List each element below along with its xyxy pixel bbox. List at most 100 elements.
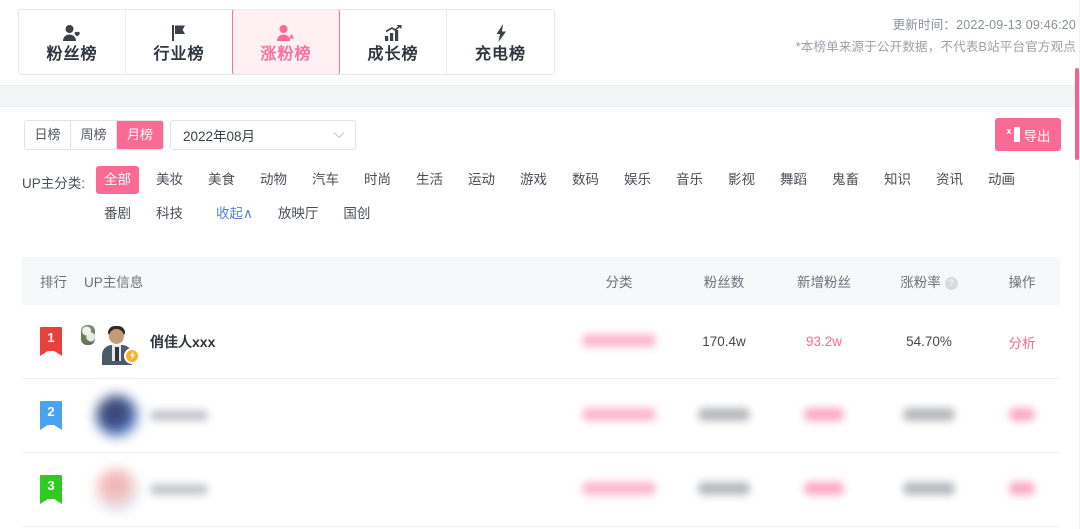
category-cell [564,333,674,350]
category-item-guochuang[interactable]: 国创 [335,200,378,228]
analyze-link[interactable]: 分析 [984,332,1060,352]
export-button[interactable]: 导出 [995,118,1061,151]
category-item-life[interactable]: 生活 [408,166,451,194]
category-cell [564,407,674,424]
category-item-fashion[interactable]: 时尚 [356,166,399,194]
column-header-fans: 粉丝数 [703,275,745,290]
category-item-film[interactable]: 影视 [720,166,763,194]
bar-chart-arrow-icon [383,20,403,42]
lightning-bolt-icon [491,20,511,42]
fans-count-cell [674,481,774,498]
category-item-entertainment[interactable]: 娱乐 [616,166,659,194]
flag-icon [169,20,189,42]
category-item-all[interactable]: 全部 [96,166,139,194]
category-item-food[interactable]: 美食 [200,166,243,194]
blurred-value [1009,407,1035,421]
category-item-cinema[interactable]: 放映厅 [270,200,327,228]
category-item-games[interactable]: 游戏 [512,166,555,194]
category-item-anime[interactable]: 番剧 [96,200,139,228]
scrollbar-thumb[interactable] [1075,68,1079,160]
up-name[interactable] [150,410,208,421]
column-header-growth-rate: 涨粉率? [874,271,984,291]
up-info-cell[interactable] [84,468,564,511]
tab-fans-growth-ranking[interactable]: 涨粉榜 [232,10,340,74]
column-header-growth-rate-label: 涨粉率 [900,275,941,290]
fans-count-cell [674,407,774,424]
update-time: 更新时间：2022-09-13 09:46:20 [892,18,1076,32]
category-list: 全部 美妆 美食 动物 汽车 时尚 生活 运动 游戏 数码 娱乐 音乐 影视 舞… [96,163,1070,231]
period-monthly[interactable]: 月榜 [117,121,163,149]
chevron-down-icon [333,126,345,144]
table-header-row: 排行 UP主信息 分类 粉丝数 新增粉丝 涨粉率? 操作 [22,257,1060,305]
table-row[interactable]: 2 [22,379,1060,453]
blurred-value [1009,481,1035,495]
analyze-link[interactable] [984,481,1060,498]
lightning-level-icon [124,347,140,364]
blurred-value [698,481,750,495]
table-row[interactable]: 1 俏佳人xxx 170.4w 93.2w 54.70% 分析 [22,305,1060,379]
period-daily[interactable]: 日榜 [25,121,71,149]
up-name[interactable]: 俏佳人xxx [150,332,215,352]
category-filter: UP主分类: 全部 美妆 美食 动物 汽车 时尚 生活 运动 游戏 数码 娱乐 … [0,163,1080,238]
category-item-digital[interactable]: 数码 [564,166,607,194]
rank-badge-3: 3 [40,474,62,505]
category-item-sports[interactable]: 运动 [460,166,503,194]
analyze-link[interactable] [984,407,1060,424]
page-scrollbar[interactable] [1075,0,1080,529]
period-weekly[interactable]: 周榜 [71,121,117,149]
new-fans-cell [774,481,874,498]
disclaimer-note: *本榜单来源于公开数据，不代表B站平台官方观点 [795,40,1076,54]
growth-rate-cell: 54.70% [906,334,952,349]
rank-number: 1 [47,329,55,345]
new-fans-cell: 93.2w [805,334,843,349]
update-info: 更新时间：2022-09-13 09:46:20 *本榜单来源于公开数据，不代表… [796,14,1076,58]
table-row[interactable]: 3 [22,453,1060,527]
blurred-value [804,407,844,421]
page-root: 粉丝榜 行业榜 涨粉榜 成长榜 充电榜 更新时间：2022-09-13 09:4… [0,0,1080,529]
avatar[interactable] [96,394,138,437]
blurred-value [903,481,955,495]
category-item-news[interactable]: 资讯 [928,166,971,194]
blurred-value [804,481,844,495]
column-header-upinfo: UP主信息 [84,275,144,290]
rank-cell: 2 [22,400,84,431]
rank-cell: 3 [22,474,84,505]
tab-industry-ranking[interactable]: 行业榜 [126,10,233,74]
rank-badge-1: 1 [40,326,62,357]
filter-bar: 日榜 周榜 月榜 2022年08月 导出 [0,107,1080,163]
category-filter-label: UP主分类: [22,176,86,191]
category-item-beauty[interactable]: 美妆 [148,166,191,194]
tab-label: 成长榜 [367,45,419,63]
blurred-value [903,407,955,421]
blurred-value [582,407,656,421]
up-info-cell[interactable] [84,394,564,437]
blurred-value [698,407,750,421]
blurred-value [582,333,656,347]
question-mark-icon[interactable]: ? [944,277,958,290]
category-item-cars[interactable]: 汽车 [304,166,347,194]
top-navigation: 粉丝榜 行业榜 涨粉榜 成长榜 充电榜 更新时间：2022-09-13 09:4… [0,0,1080,86]
rank-badge-2: 2 [40,400,62,431]
date-select[interactable]: 2022年08月 [170,120,356,150]
tab-fans-ranking[interactable]: 粉丝榜 [19,10,126,74]
growth-rate-cell [874,407,984,424]
category-item-animals[interactable]: 动物 [252,166,295,194]
export-button-label: 导出 [1023,128,1051,144]
tab-charging-ranking[interactable]: 充电榜 [447,10,554,74]
category-item-technology[interactable]: 科技 [148,200,191,228]
column-header-rank: 排行 [40,275,67,290]
category-item-music[interactable]: 音乐 [668,166,711,194]
tab-label: 粉丝榜 [46,45,98,63]
column-header-category: 分类 [605,275,633,290]
rank-cell: 1 [22,326,84,357]
collapse-categories-toggle[interactable]: 收起∧ [208,200,261,228]
category-item-knowledge[interactable]: 知识 [876,166,919,194]
avatar[interactable] [96,468,138,511]
avatar[interactable] [81,321,140,365]
up-info-cell[interactable]: 俏佳人xxx [81,321,564,365]
tab-growth-ranking[interactable]: 成长榜 [340,10,447,74]
up-name[interactable] [150,484,208,495]
category-item-kichiku[interactable]: 鬼畜 [824,166,867,194]
category-item-dance[interactable]: 舞蹈 [772,166,815,194]
category-item-animation[interactable]: 动画 [980,166,1023,194]
